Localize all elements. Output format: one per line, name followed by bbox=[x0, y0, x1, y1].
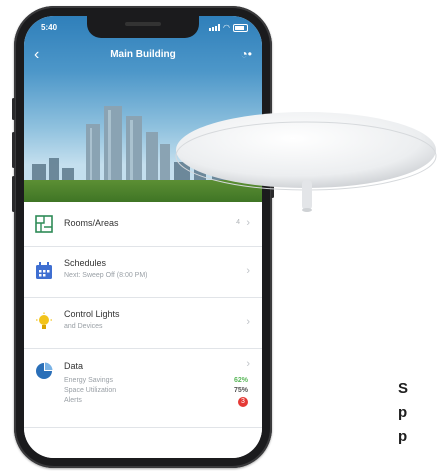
menu-item-sub: Next: Sweep Off (8:00 PM) bbox=[64, 272, 148, 279]
chevron-right-icon: › bbox=[246, 316, 250, 328]
ceiling-sensor-image bbox=[175, 112, 437, 212]
chevron-right-icon: › bbox=[246, 217, 250, 229]
page-title: Main Building bbox=[110, 49, 176, 60]
caption-line: p bbox=[398, 404, 408, 421]
floorplan-icon bbox=[35, 215, 53, 233]
menu-item-control-lights[interactable]: Control Lights and Devices › bbox=[24, 298, 262, 349]
metric-name: Space Utilization bbox=[64, 387, 117, 394]
menu-item-label: Schedules bbox=[64, 258, 107, 268]
wifi-icon: ◠ bbox=[223, 23, 230, 32]
menu-item-label: Data bbox=[64, 361, 84, 371]
phone-screen: 5:40 ◠ ‹ Main Building ◔• Rooms/Areas 4 … bbox=[24, 16, 262, 458]
wifi-key-icon[interactable]: ◔• bbox=[241, 47, 252, 61]
rooms-count: 4 bbox=[236, 219, 240, 226]
status-icons: ◠ bbox=[209, 23, 248, 32]
caption-text: S p p bbox=[398, 377, 408, 449]
lightbulb-icon bbox=[36, 312, 52, 329]
speaker bbox=[125, 22, 161, 26]
notch bbox=[87, 16, 199, 38]
metric-name: Energy Savings bbox=[64, 377, 114, 384]
volume-up-button bbox=[12, 132, 15, 168]
menu-item-data[interactable]: Data › Energy Savings 62% Space Utilizat… bbox=[24, 349, 262, 428]
battery-icon bbox=[233, 23, 248, 32]
menu-item-sub: and Devices bbox=[64, 323, 103, 330]
caption-line: S bbox=[398, 380, 409, 397]
alerts-badge: 3 bbox=[238, 397, 248, 407]
signal-icon bbox=[209, 24, 221, 31]
mute-switch bbox=[12, 98, 15, 120]
status-time: 5:40 bbox=[41, 23, 58, 32]
menu-item-label: Rooms/Areas bbox=[64, 218, 119, 228]
menu-list: Rooms/Areas 4 › Schedules Next: Sweep Of… bbox=[24, 202, 262, 458]
pie-chart-icon bbox=[36, 362, 53, 379]
menu-item-schedules[interactable]: Schedules Next: Sweep Off (8:00 PM) › bbox=[24, 247, 262, 298]
chevron-right-icon: › bbox=[246, 358, 250, 370]
nav-bar: ‹ Main Building ◔• bbox=[24, 46, 262, 66]
volume-down-button bbox=[12, 176, 15, 212]
caption-line: p bbox=[398, 428, 408, 445]
metric-value-space: 75% bbox=[233, 387, 248, 394]
metric-value-energy: 62% bbox=[233, 377, 248, 384]
list-spacer bbox=[24, 428, 262, 458]
metric-name: Alerts bbox=[64, 397, 82, 404]
chevron-right-icon: › bbox=[246, 265, 250, 277]
calendar-icon bbox=[36, 262, 52, 279]
menu-item-label: Control Lights bbox=[64, 309, 120, 319]
